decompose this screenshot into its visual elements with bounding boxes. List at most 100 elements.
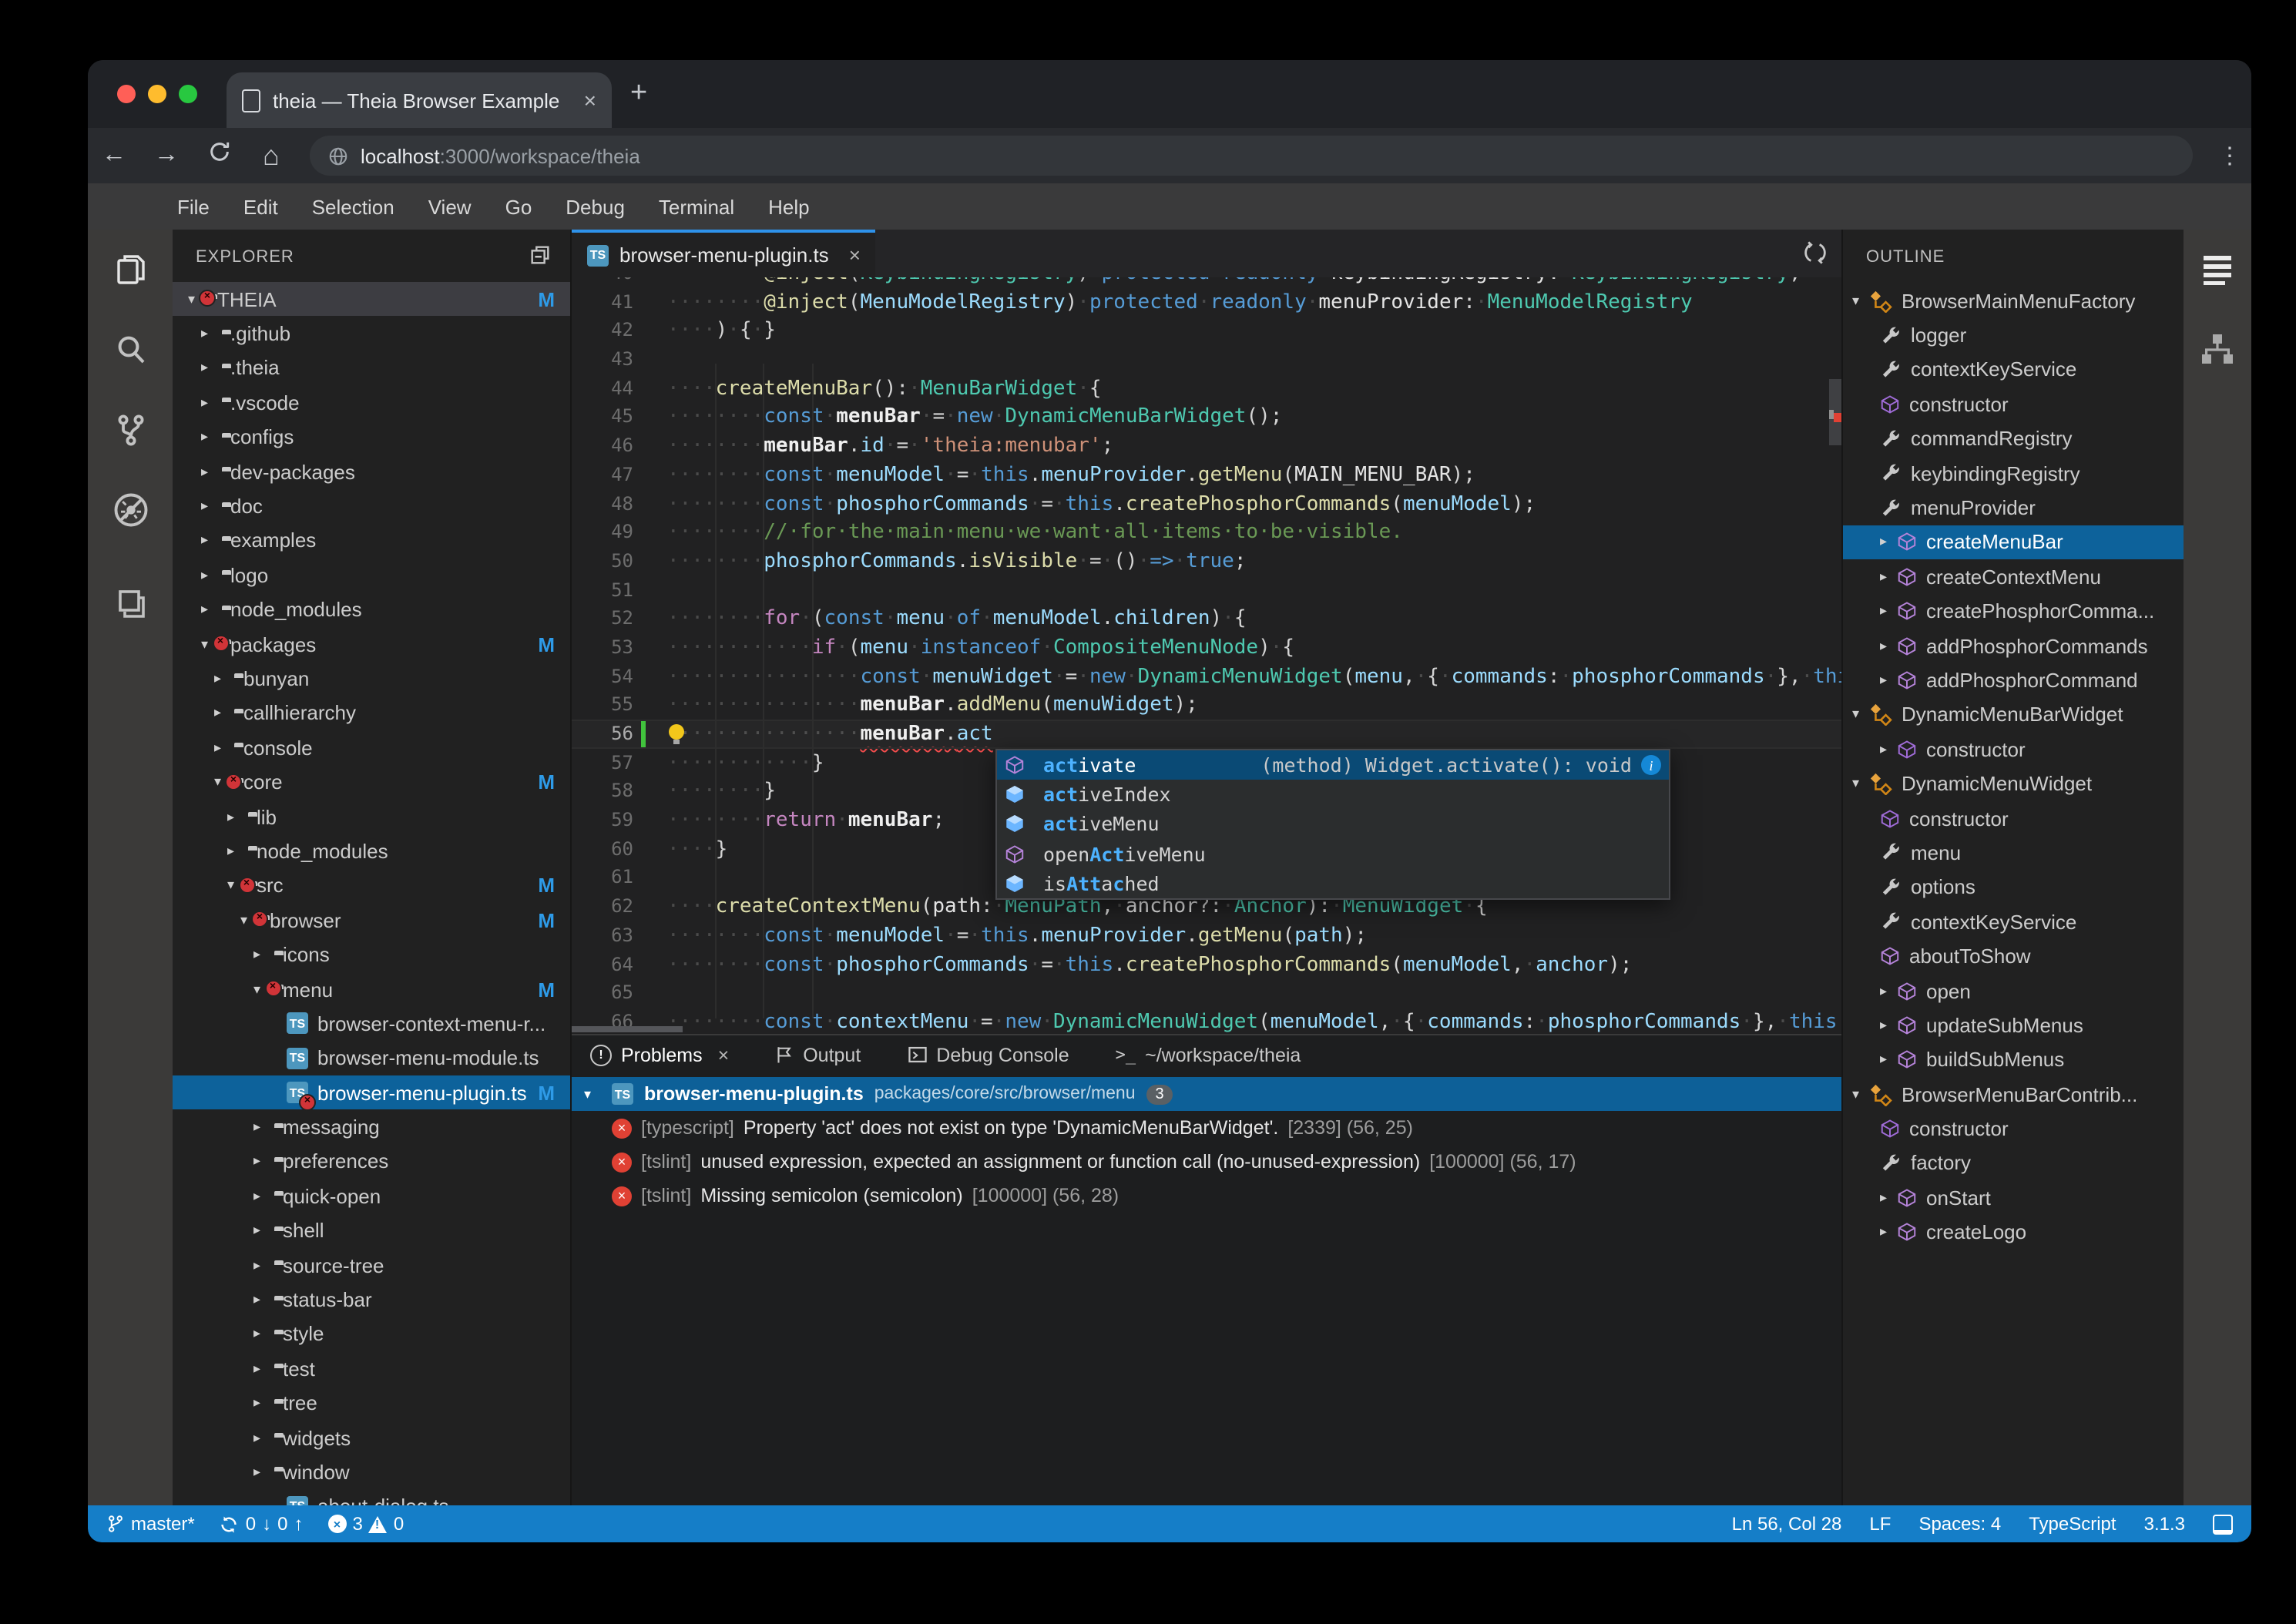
chevron-right-icon[interactable]: ▸ bbox=[1880, 672, 1897, 689]
eol-indicator[interactable]: LF bbox=[1869, 1513, 1891, 1535]
chevron-right-icon[interactable]: ▸ bbox=[1880, 982, 1897, 999]
indentation-indicator[interactable]: Spaces: 4 bbox=[1918, 1513, 2001, 1535]
tree-row-messaging[interactable]: ▸ messaging bbox=[173, 1110, 570, 1145]
tree-row-browser-menu-plugin-ts[interactable]: TS × browser-menu-plugin.ts M bbox=[173, 1075, 570, 1112]
problem-row[interactable]: × [typescript] Property 'act' does not exi… bbox=[572, 1111, 1841, 1145]
outline-item-addphosphorcommands[interactable]: ▸ addPhosphorCommands bbox=[1843, 629, 2184, 663]
menu-edit[interactable]: Edit bbox=[227, 195, 295, 218]
language-indicator[interactable]: TypeScript bbox=[2029, 1513, 2116, 1535]
tree-row--theia[interactable]: ▸ .theia bbox=[173, 351, 570, 386]
tree-row-test[interactable]: ▸ test bbox=[173, 1351, 570, 1386]
back-icon[interactable]: ← bbox=[88, 142, 140, 169]
tree-row-menu[interactable]: ▾ × menu M bbox=[173, 972, 570, 1007]
suggest-item[interactable]: activeIndex bbox=[997, 780, 1669, 809]
panel-tab-problems[interactable]: ! Problems × bbox=[590, 1044, 729, 1065]
menu-debug[interactable]: Debug bbox=[549, 195, 642, 218]
outline-item-constructor[interactable]: constructor bbox=[1843, 387, 2184, 421]
collapse-editors-icon[interactable] bbox=[529, 243, 552, 274]
cursor-position[interactable]: Ln 56, Col 28 bbox=[1732, 1513, 1842, 1535]
tree-row-bunyan[interactable]: ▸ bunyan bbox=[173, 662, 570, 696]
outline-item-addphosphorcommand[interactable]: ▸ addPhosphorCommand bbox=[1843, 663, 2184, 698]
chevron-right-icon[interactable]: ▸ bbox=[1880, 1017, 1897, 1034]
outline-item-open[interactable]: ▸ open bbox=[1843, 974, 2184, 1008]
tree-row-about-dialog-ts[interactable]: TS about-dialog.ts bbox=[173, 1489, 570, 1505]
chevron-down-icon[interactable]: ▾ bbox=[1852, 706, 1869, 723]
tree-row-examples[interactable]: ▸ examples bbox=[173, 523, 570, 558]
outline-item-contextkeyservice[interactable]: contextKeyService bbox=[1843, 904, 2184, 939]
menu-selection[interactable]: Selection bbox=[295, 195, 411, 218]
chevron-down-icon[interactable]: ▾ bbox=[1852, 292, 1869, 309]
code-line-41[interactable]: 41 ········@inject(MenuModelRegistry)·pro… bbox=[572, 287, 1841, 316]
tree-row-node-modules[interactable]: ▸ node_modules bbox=[173, 592, 570, 627]
tree-row-preferences[interactable]: ▸ preferences bbox=[173, 1145, 570, 1179]
tree-row-browser-context-menu-r-[interactable]: TS browser-context-menu-r... bbox=[173, 1006, 570, 1041]
tree-row-source-tree[interactable]: ▸ source-tree bbox=[173, 1248, 570, 1283]
tree-row-dev-packages[interactable]: ▸ dev-packages bbox=[173, 455, 570, 489]
close-icon[interactable]: × bbox=[718, 1044, 730, 1065]
outline-item-constructor[interactable]: constructor bbox=[1843, 1112, 2184, 1146]
chevron-right-icon[interactable]: ▸ bbox=[1880, 569, 1897, 586]
home-icon[interactable]: ⌂ bbox=[245, 139, 297, 172]
outline-item-dynamicmenubarwidget[interactable]: ▾ DynamicMenuBarWidget bbox=[1843, 697, 2184, 732]
tree-row-shell[interactable]: ▸ shell bbox=[173, 1213, 570, 1248]
code-line-42[interactable]: 42 ····)·{·} bbox=[572, 317, 1841, 345]
tree-row-lib[interactable]: ▸ lib bbox=[173, 800, 570, 834]
menu-file[interactable]: File bbox=[160, 195, 227, 218]
plugins-icon[interactable] bbox=[88, 562, 173, 643]
tree-row-tree[interactable]: ▸ tree bbox=[173, 1386, 570, 1421]
suggest-item[interactable]: activeMenu bbox=[997, 810, 1669, 839]
outline-item-menu[interactable]: menu bbox=[1843, 836, 2184, 871]
info-icon[interactable]: i bbox=[1641, 755, 1661, 776]
chevron-right-icon[interactable]: ▸ bbox=[1880, 1189, 1897, 1206]
chevron-down-icon[interactable]: ▾ bbox=[584, 1085, 601, 1102]
menu-help[interactable]: Help bbox=[751, 195, 827, 218]
outline-item-onstart[interactable]: ▸ onStart bbox=[1843, 1180, 2184, 1215]
zoom-window-button[interactable] bbox=[179, 85, 197, 103]
chevron-right-icon[interactable]: ▸ bbox=[1880, 637, 1897, 654]
new-tab-button[interactable]: + bbox=[630, 77, 647, 111]
split-editor-icon[interactable] bbox=[1803, 240, 1828, 273]
tree-row-configs[interactable]: ▸ configs bbox=[173, 420, 570, 455]
outline-view-icon[interactable] bbox=[2184, 230, 2251, 310]
tree-row-src[interactable]: ▾ × src M bbox=[173, 868, 570, 903]
panel-tab-debug-console[interactable]: Debug Console bbox=[907, 1044, 1069, 1065]
tree-row-widgets[interactable]: ▸ widgets bbox=[173, 1421, 570, 1455]
outline-item-menuprovider[interactable]: menuProvider bbox=[1843, 491, 2184, 525]
tree-row-quick-open[interactable]: ▸ quick-open bbox=[173, 1179, 570, 1213]
git-icon[interactable] bbox=[88, 390, 173, 470]
chevron-right-icon[interactable]: ▸ bbox=[1880, 1052, 1897, 1069]
tree-row-logo[interactable]: ▸ logo bbox=[173, 558, 570, 592]
debug-disabled-icon[interactable] bbox=[88, 470, 173, 550]
outline-item-browsermainmenufactory[interactable]: ▾ BrowserMainMenuFactory bbox=[1843, 284, 2184, 318]
browser-menu-icon[interactable]: ⋮ bbox=[2208, 142, 2251, 169]
outline-item-buildsubmenus[interactable]: ▸ buildSubMenus bbox=[1843, 1042, 2184, 1077]
sync-status[interactable]: 0 ↓ 0 ↑ bbox=[220, 1513, 303, 1535]
files-icon[interactable] bbox=[88, 230, 173, 310]
outline-item-createmenubar[interactable]: ▸ createMenuBar bbox=[1843, 525, 2184, 560]
menu-terminal[interactable]: Terminal bbox=[642, 195, 751, 218]
outline-item-constructor[interactable]: ▸ constructor bbox=[1843, 732, 2184, 767]
editor-tab-close-icon[interactable]: × bbox=[849, 243, 861, 267]
chevron-down-icon[interactable]: ▾ bbox=[1852, 775, 1869, 792]
tree-row-window[interactable]: ▸ window bbox=[173, 1455, 570, 1490]
tree-row-theia[interactable]: ▾ × THEIA M bbox=[173, 282, 570, 317]
tree-row-browser-menu-module-ts[interactable]: TS browser-menu-module.ts bbox=[173, 1041, 570, 1075]
chevron-down-icon[interactable]: ▾ bbox=[1852, 1085, 1869, 1102]
chevron-right-icon[interactable]: ▸ bbox=[1880, 602, 1897, 619]
outline-item-factory[interactable]: factory bbox=[1843, 1146, 2184, 1181]
outline-item-contextkeyservice[interactable]: contextKeyService bbox=[1843, 353, 2184, 388]
outline-item-dynamicmenuwidget[interactable]: ▾ DynamicMenuWidget bbox=[1843, 767, 2184, 801]
problem-row[interactable]: × [tslint] unused expression, expected an … bbox=[572, 1145, 1841, 1179]
outline-item-abouttoshow[interactable]: aboutToShow bbox=[1843, 939, 2184, 974]
panel-tab--workspace-theia[interactable]: >_ ~/workspace/theia bbox=[1116, 1044, 1301, 1065]
panel-tab-output[interactable]: Output bbox=[775, 1044, 861, 1065]
tree-row-style[interactable]: ▸ style bbox=[173, 1317, 570, 1351]
chevron-right-icon[interactable]: ▸ bbox=[1880, 1223, 1897, 1240]
problems-status[interactable]: × 3 0 bbox=[327, 1513, 404, 1535]
minimize-window-button[interactable] bbox=[148, 85, 166, 103]
problems-file-row[interactable]: ▾ TS browser-menu-plugin.ts packages/cor… bbox=[572, 1077, 1841, 1111]
tree-row-core[interactable]: ▾ × core M bbox=[173, 765, 570, 800]
chevron-right-icon[interactable]: ▸ bbox=[1880, 534, 1897, 551]
tree-row-callhierarchy[interactable]: ▸ callhierarchy bbox=[173, 696, 570, 730]
tree-row-console[interactable]: ▸ console bbox=[173, 730, 570, 765]
